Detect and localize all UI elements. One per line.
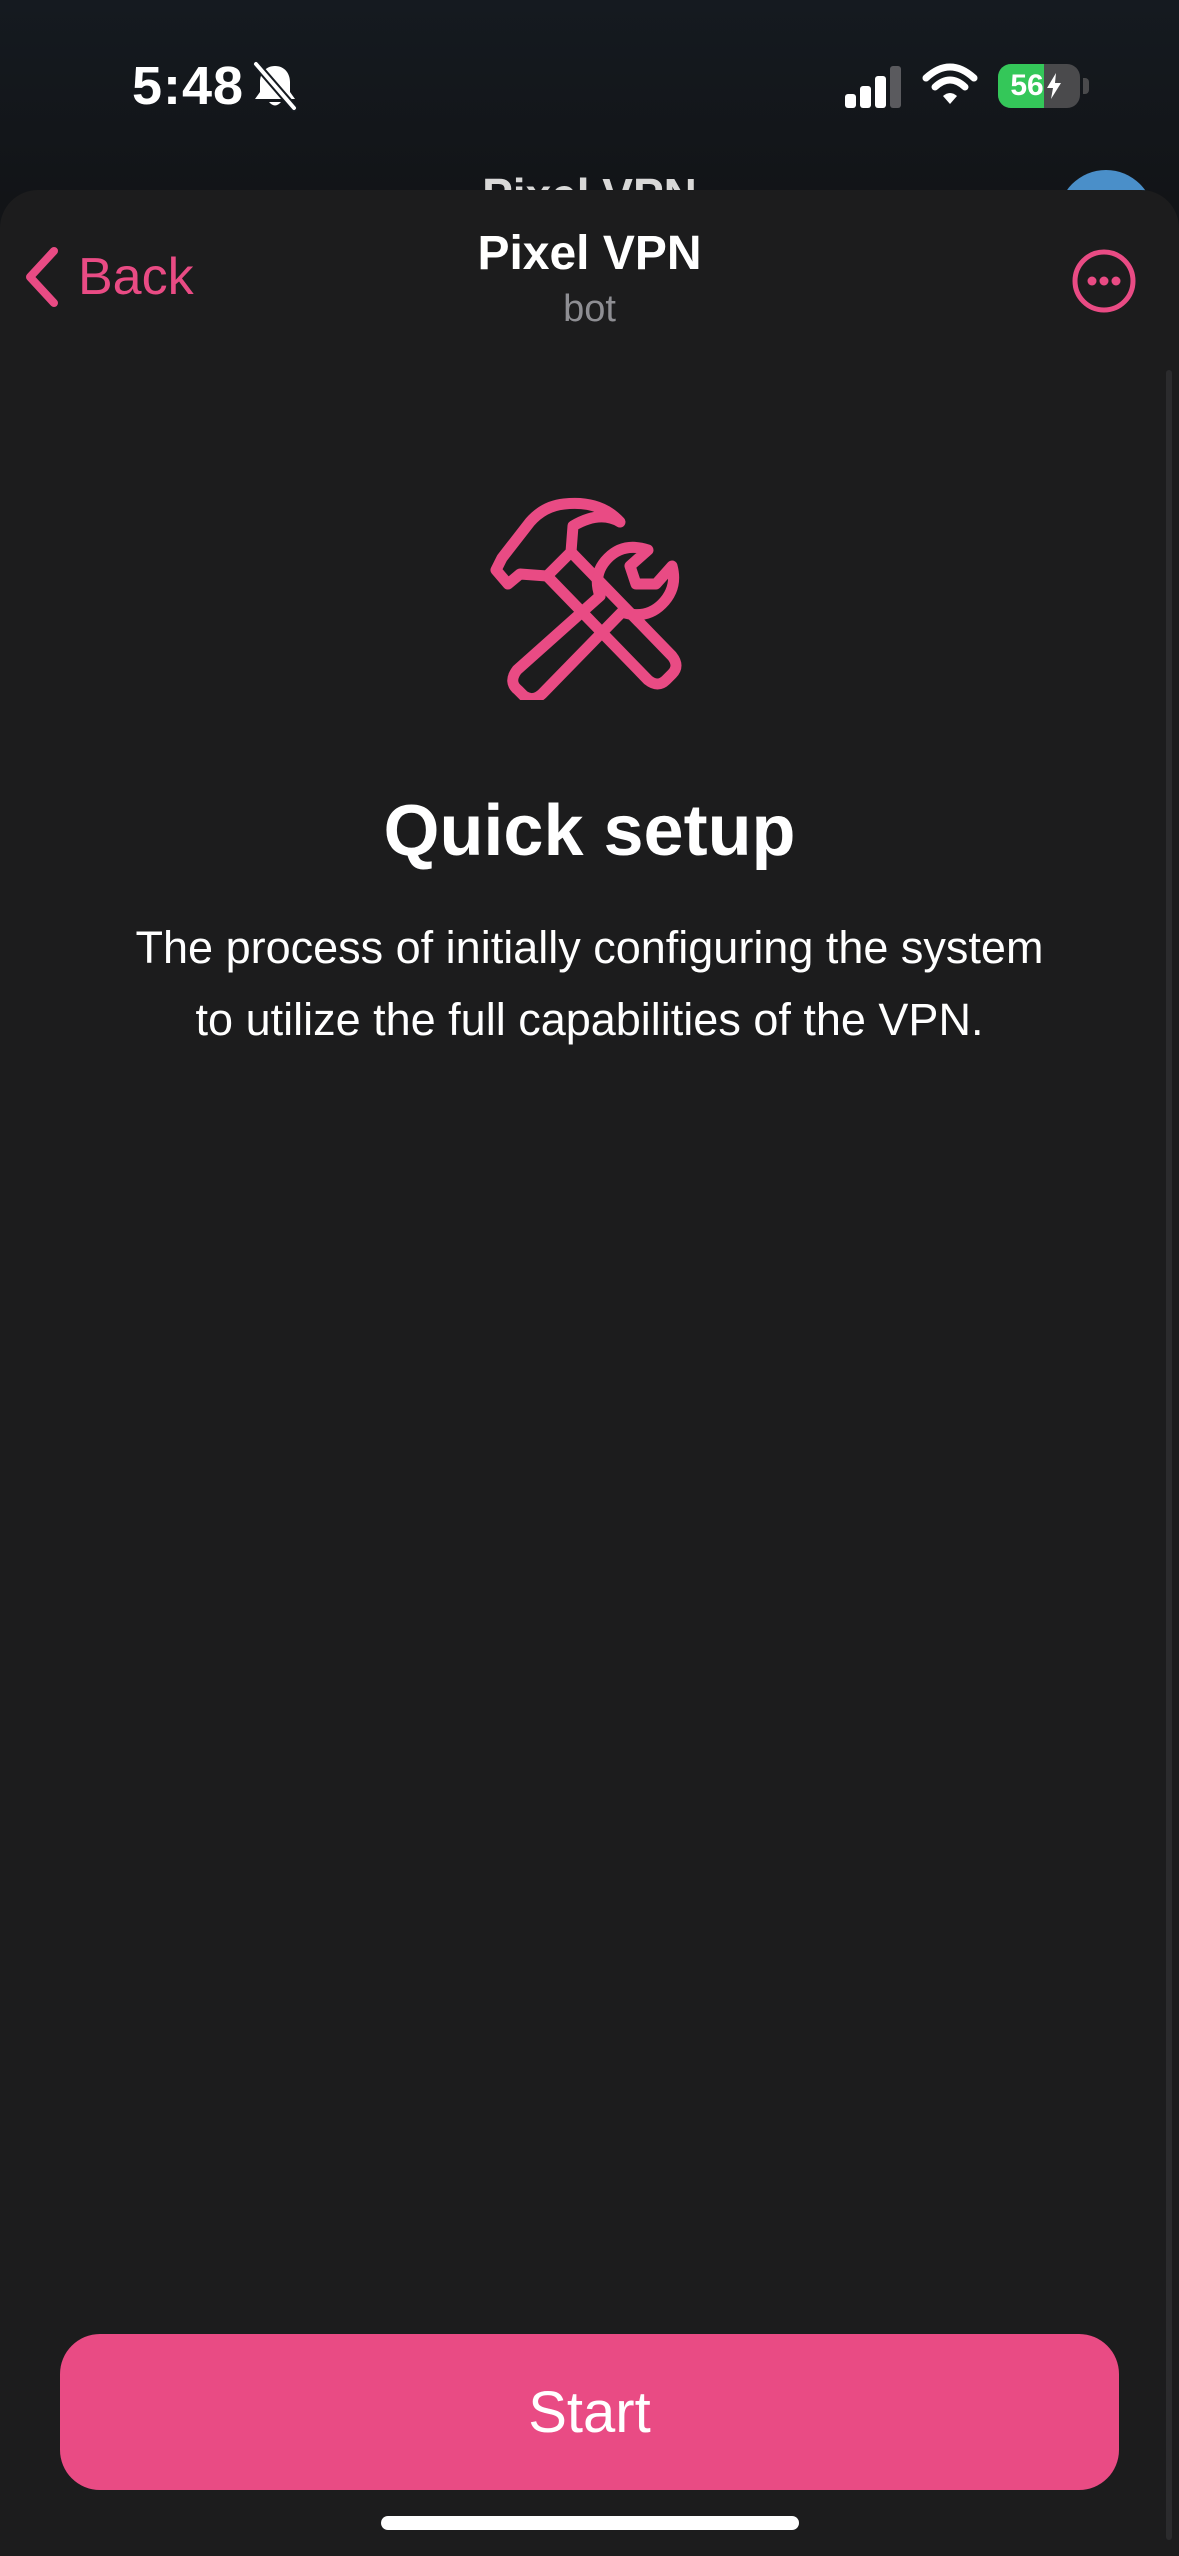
battery-indicator: 56	[998, 64, 1080, 108]
wifi-icon	[922, 63, 978, 104]
scroll-indicator	[1166, 370, 1172, 2540]
back-button[interactable]: Back	[22, 242, 194, 312]
nav-title: Pixel VPN	[477, 227, 702, 280]
nav-subtitle: bot	[563, 288, 616, 330]
page-heading: Quick setup	[383, 791, 796, 871]
ellipsis-circle-icon[interactable]	[1071, 248, 1137, 314]
status-time: 5:48	[132, 56, 245, 116]
status-bar: 5:48 56	[0, 0, 1179, 180]
web-app-sheet: Back Pixel VPN bot Quick setup The proce…	[0, 190, 1179, 2556]
charging-bolt-icon	[1046, 73, 1061, 99]
battery-percentage: 56	[1010, 69, 1044, 102]
battery-nub	[1083, 78, 1089, 94]
back-label: Back	[78, 248, 194, 306]
nav-titles: Pixel VPN bot	[300, 222, 879, 332]
start-button[interactable]: Start	[60, 2334, 1119, 2490]
chevron-left-icon	[26, 247, 58, 307]
cellular-signal-icon	[845, 66, 901, 108]
screen: 5:48 56 Back Pixel VPN bot Quick setup T…	[0, 0, 1179, 2556]
hammer-wrench-icon	[490, 497, 682, 700]
page-description: The process of initially configuring the…	[135, 922, 1044, 1045]
bell-slash-icon	[252, 60, 298, 112]
nav-bar: Back Pixel VPN bot	[0, 190, 1179, 360]
home-indicator[interactable]	[381, 2516, 799, 2530]
